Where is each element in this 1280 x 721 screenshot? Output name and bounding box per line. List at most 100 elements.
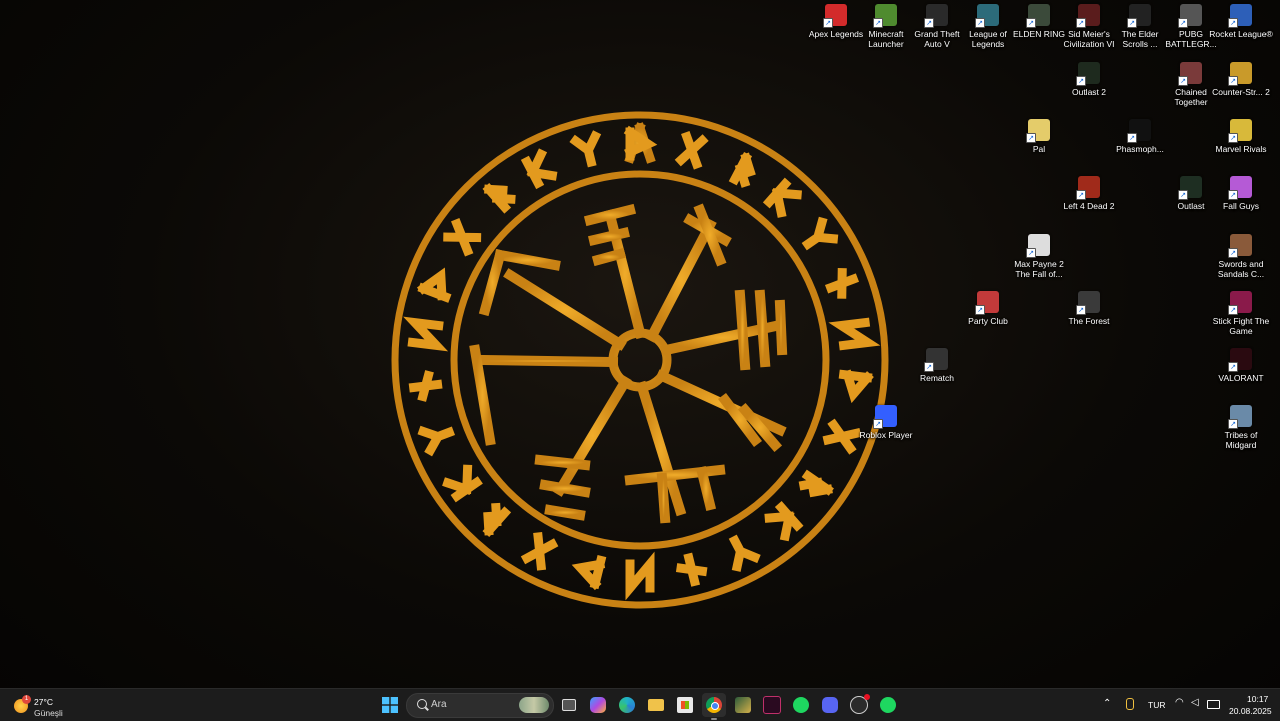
desktop[interactable]: ↗ Apex Legends ↗ Minecraft Launcher ↗ Grand T… xyxy=(0,0,1280,688)
rune-glyph xyxy=(520,148,558,190)
battery-icon[interactable] xyxy=(1207,700,1220,709)
task-view-button[interactable] xyxy=(557,693,581,717)
steam-icon xyxy=(850,694,870,714)
left-4-dead-icon: ↗ xyxy=(1076,176,1100,200)
apex-icon: ↗ xyxy=(823,4,847,28)
desktop-shortcut[interactable]: ↗ Rematch xyxy=(906,348,968,402)
marvel-rivals-icon: ↗ xyxy=(1228,119,1252,143)
shortcut-arrow-icon: ↗ xyxy=(873,419,883,429)
tribes-of-midgard-icon: ↗ xyxy=(1228,405,1252,429)
steam-button[interactable] xyxy=(847,693,871,717)
discord-button[interactable] xyxy=(818,693,842,717)
weather-condition: Güneşli xyxy=(34,708,63,718)
shortcut-arrow-icon: ↗ xyxy=(1228,190,1238,200)
outlast-icon: ↗ xyxy=(1178,176,1202,200)
rune-glyph xyxy=(625,551,655,601)
rune-glyph xyxy=(824,268,860,299)
desktop-shortcut[interactable]: ↗ The Forest xyxy=(1058,291,1120,345)
desktop-shortcut-label: Swords and Sandals C... xyxy=(1217,259,1265,279)
shortcut-arrow-icon: ↗ xyxy=(1228,76,1238,86)
desktop-shortcut-label: Fall Guys xyxy=(1223,201,1259,211)
shortcut-arrow-icon: ↗ xyxy=(924,18,934,28)
file-explorer-button[interactable] xyxy=(644,693,668,717)
search-placeholder: Ara xyxy=(431,699,447,710)
desktop-shortcut[interactable]: ↗ Stick Fight The Game xyxy=(1210,291,1272,345)
desktop-shortcut[interactable]: ↗ Roblox Player xyxy=(855,405,917,459)
rune-glyph xyxy=(408,370,443,402)
chrome-button[interactable] xyxy=(702,693,726,720)
desktop-shortcut-label: Pal xyxy=(1032,144,1046,154)
weather-temp: 27°C xyxy=(34,697,53,707)
clock-time[interactable]: 10:17 xyxy=(1247,694,1268,704)
desktop-shortcut[interactable]: ↗ Left 4 Dead 2 xyxy=(1058,176,1120,230)
chevron-up-icon[interactable]: ⌃ xyxy=(1103,698,1111,709)
shortcut-arrow-icon: ↗ xyxy=(975,18,985,28)
desktop-shortcut[interactable]: ↗ Fall Guys xyxy=(1210,176,1272,230)
desktop-shortcut[interactable]: ↗ Tribes of Midgard xyxy=(1210,405,1272,459)
desktop-shortcut-label: Roblox Player xyxy=(859,430,913,440)
desktop-shortcut[interactable]: ↗ Party Club xyxy=(957,291,1019,345)
rune-glyph xyxy=(762,177,802,218)
start-button[interactable] xyxy=(378,693,402,717)
microphone-icon[interactable] xyxy=(1126,698,1134,710)
spotify-2-button[interactable] xyxy=(876,693,900,717)
stick-fight-icon: ↗ xyxy=(1228,291,1252,315)
copilot-button[interactable] xyxy=(586,693,610,717)
rune-glyph xyxy=(520,532,559,571)
task-view-icon xyxy=(562,699,576,711)
rematch-icon: ↗ xyxy=(924,348,948,372)
desktop-shortcut[interactable]: ↗ Phasmoph... xyxy=(1109,119,1171,173)
shortcut-arrow-icon: ↗ xyxy=(1127,18,1137,28)
weather-widget[interactable]: 1 27°C Güneşli xyxy=(10,692,80,718)
edge-button[interactable] xyxy=(615,693,639,717)
desktop-shortcut[interactable]: ↗ Marvel Rivals xyxy=(1210,119,1272,173)
app-purple-button[interactable] xyxy=(760,693,784,717)
desktop-shortcut-label: Counter-Str... 2 xyxy=(1212,87,1270,97)
desktop-shortcut-label: Marvel Rivals xyxy=(1215,144,1267,154)
desktop-shortcut[interactable]: ↗ Swords and Sandals C... xyxy=(1210,234,1272,288)
rune-glyph xyxy=(416,267,452,303)
desktop-shortcut-label: Tribes of Midgard xyxy=(1224,430,1258,450)
desktop-shortcut[interactable]: ↗ Outlast 2 xyxy=(1058,62,1120,116)
desktop-shortcut[interactable]: ↗ Rocket League® xyxy=(1209,4,1273,58)
windows-icon xyxy=(382,697,398,713)
app-green-button[interactable] xyxy=(731,693,755,717)
swords-and-sandals-icon: ↗ xyxy=(1228,234,1252,258)
rune-glyph xyxy=(674,130,709,170)
rune-glyph xyxy=(482,182,516,214)
valorant-icon: ↗ xyxy=(1228,348,1252,372)
weather-badge: 1 xyxy=(22,695,31,704)
store-icon xyxy=(677,697,693,713)
rune-glyph xyxy=(764,501,804,542)
palworld-icon: ↗ xyxy=(1026,119,1050,143)
shortcut-arrow-icon: ↗ xyxy=(1178,190,1188,200)
minecraft-icon: ↗ xyxy=(873,4,897,28)
desktop-shortcut[interactable]: ↗ VALORANT xyxy=(1210,348,1272,402)
search-input[interactable]: Ara xyxy=(406,693,554,718)
rune-glyph xyxy=(728,534,761,572)
shortcut-arrow-icon: ↗ xyxy=(1228,18,1238,28)
outlast-2-icon: ↗ xyxy=(1076,62,1100,86)
shortcut-arrow-icon: ↗ xyxy=(1026,18,1036,28)
rune-glyph xyxy=(442,464,483,503)
elden-ring-icon: ↗ xyxy=(1026,4,1050,28)
fall-guys-icon: ↗ xyxy=(1228,176,1252,200)
language-indicator[interactable]: TUR xyxy=(1148,700,1165,710)
spotify-button[interactable] xyxy=(789,693,813,717)
the-forest-icon: ↗ xyxy=(1076,291,1100,315)
wifi-icon[interactable]: ◠ xyxy=(1175,697,1184,708)
app-icon xyxy=(735,697,751,713)
volume-icon[interactable]: ◁ xyxy=(1191,697,1199,708)
rune-glyph xyxy=(569,130,602,168)
desktop-shortcut[interactable]: ↗ Counter-Str... 2 xyxy=(1210,62,1272,116)
gta-icon: ↗ xyxy=(924,4,948,28)
desktop-shortcut[interactable]: ↗ Max Payne 2 The Fall of... xyxy=(1008,234,1070,288)
store-button[interactable] xyxy=(673,693,697,717)
shortcut-arrow-icon: ↗ xyxy=(1026,133,1036,143)
rune-glyph xyxy=(571,554,607,591)
clock-date[interactable]: 20.08.2025 xyxy=(1229,706,1272,716)
rune-glyph xyxy=(403,316,449,352)
desktop-shortcut[interactable]: ↗ Pal xyxy=(1008,119,1070,173)
shortcut-arrow-icon: ↗ xyxy=(924,362,934,372)
desktop-shortcut-label: Left 4 Dead 2 xyxy=(1063,201,1115,211)
